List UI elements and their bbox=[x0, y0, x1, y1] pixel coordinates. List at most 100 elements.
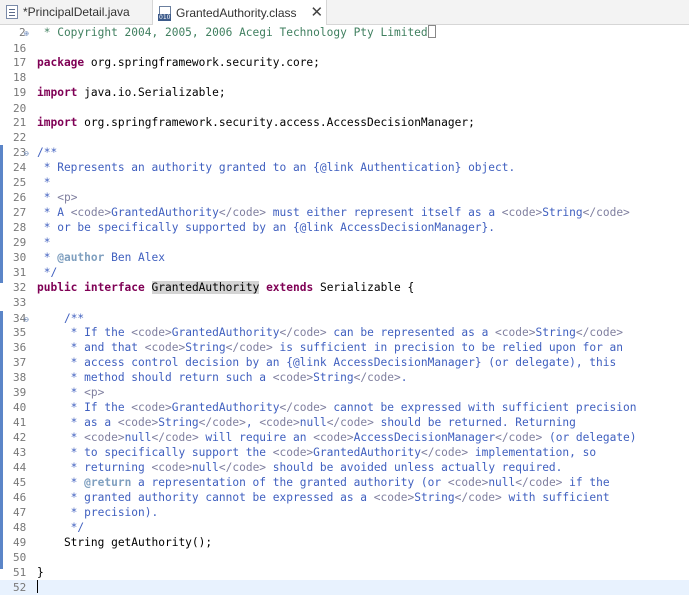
code-text: * <p> bbox=[37, 386, 105, 399]
code-line[interactable]: 24 * Represents an authority granted to … bbox=[0, 160, 689, 175]
code-text: */ bbox=[37, 521, 85, 534]
collapse-fold-icon[interactable]: ⊖ bbox=[24, 146, 29, 161]
line-number: 42 bbox=[13, 431, 27, 444]
code-line[interactable]: 51} bbox=[0, 565, 689, 580]
line-number: 32 bbox=[13, 281, 27, 294]
line-number: 36 bbox=[13, 341, 27, 354]
line-number: 48 bbox=[13, 521, 27, 534]
code-line[interactable]: 50 bbox=[0, 550, 689, 565]
code-line[interactable]: 36 * and that <code>String</code> is suf… bbox=[0, 340, 689, 355]
line-number: 41 bbox=[13, 416, 27, 429]
code-line[interactable]: 30 * @author Ben Alex bbox=[0, 250, 689, 265]
line-number: 22 bbox=[13, 131, 27, 144]
code-text: * @return a representation of the grante… bbox=[37, 476, 610, 489]
line-number: 52 bbox=[13, 581, 27, 594]
code-line[interactable]: 43 * to specifically support the <code>G… bbox=[0, 445, 689, 460]
code-line[interactable]: 26 * <p> bbox=[0, 190, 689, 205]
code-line[interactable]: 27 * A <code>GrantedAuthority</code> mus… bbox=[0, 205, 689, 220]
line-number: 38 bbox=[13, 371, 27, 384]
line-number: 30 bbox=[13, 251, 27, 264]
code-line[interactable]: 35 * If the <code>GrantedAuthority</code… bbox=[0, 325, 689, 340]
line-number: 51 bbox=[13, 566, 27, 579]
code-line[interactable]: 38 * method should return such a <code>S… bbox=[0, 370, 689, 385]
code-text: * Represents an authority granted to an … bbox=[37, 161, 516, 174]
code-text: * Copyright 2004, 2005, 2006 Acegi Techn… bbox=[37, 25, 436, 40]
code-editor[interactable]: 2 ⊕ * Copyright 2004, 2005, 2006 Acegi Te… bbox=[0, 25, 689, 595]
code-line[interactable]: 48 */ bbox=[0, 520, 689, 535]
code-text: /** bbox=[37, 146, 58, 159]
line-number: 26 bbox=[13, 191, 27, 204]
code-text: * access control decision by an {@link A… bbox=[37, 356, 617, 369]
code-line[interactable]: 47 * precision). bbox=[0, 505, 689, 520]
code-line[interactable]: 41 * as a <code>String</code>, <code>nul… bbox=[0, 415, 689, 430]
code-line[interactable]: 44 * returning <code>null</code> should … bbox=[0, 460, 689, 475]
code-line[interactable]: 45 * @return a representation of the gra… bbox=[0, 475, 689, 490]
line-number: 29 bbox=[13, 236, 27, 249]
code-line[interactable]: 37 * access control decision by an {@lin… bbox=[0, 355, 689, 370]
code-line[interactable]: 52 bbox=[0, 580, 689, 595]
code-line[interactable]: 19 import java.io.Serializable; bbox=[0, 85, 689, 100]
line-number: 47 bbox=[13, 506, 27, 519]
code-text: * granted authority cannot be expressed … bbox=[37, 491, 610, 504]
code-line[interactable]: 31 */ bbox=[0, 265, 689, 280]
code-line[interactable]: 46 * granted authority cannot be express… bbox=[0, 490, 689, 505]
code-line[interactable]: 29 * bbox=[0, 235, 689, 250]
code-line[interactable]: 28 * or be specifically supported by an … bbox=[0, 220, 689, 235]
code-text bbox=[37, 580, 38, 595]
tab-granted-authority[interactable]: 010 GrantedAuthority.class ✕ bbox=[152, 0, 327, 25]
code-text: import java.io.Serializable; bbox=[37, 86, 226, 99]
line-number: 39 bbox=[13, 386, 27, 399]
close-icon[interactable]: ✕ bbox=[311, 5, 324, 20]
code-text: * A <code>GrantedAuthority</code> must e… bbox=[37, 206, 630, 219]
java-file-icon bbox=[6, 5, 18, 19]
code-line[interactable]: 32 public interface GrantedAuthority exte… bbox=[0, 280, 689, 295]
code-line[interactable]: 34 ⊖ /** bbox=[0, 311, 689, 326]
code-text: * and that <code>String</code> is suffic… bbox=[37, 341, 624, 354]
code-text: import org.springframework.security.acce… bbox=[37, 116, 475, 129]
code-line[interactable]: 25 * bbox=[0, 175, 689, 190]
line-number: 17 bbox=[13, 56, 27, 69]
tab-principal-detail[interactable]: *PrincipalDetail.java bbox=[0, 0, 150, 24]
line-number: 20 bbox=[13, 102, 27, 115]
line-number: 50 bbox=[13, 551, 27, 564]
line-number: 25 bbox=[13, 176, 27, 189]
code-text: * <p> bbox=[37, 191, 78, 204]
line-number: 44 bbox=[13, 461, 27, 474]
code-text: * method should return such a <code>Stri… bbox=[37, 371, 408, 384]
expand-fold-icon[interactable]: ⊕ bbox=[24, 26, 29, 41]
code-line[interactable]: 33 bbox=[0, 295, 689, 310]
code-text: } bbox=[37, 566, 44, 579]
code-line[interactable]: 18 bbox=[0, 70, 689, 85]
code-text: * as a <code>String</code>, <code>null</… bbox=[37, 416, 576, 429]
line-number: 16 bbox=[13, 42, 27, 55]
code-text: * bbox=[37, 176, 51, 189]
code-line[interactable]: 17 package org.springframework.security.c… bbox=[0, 55, 689, 70]
line-number: 35 bbox=[13, 326, 27, 339]
code-line[interactable]: 42 * <code>null</code> will require an <… bbox=[0, 430, 689, 445]
code-text: * @author Ben Alex bbox=[37, 251, 165, 264]
code-text: String getAuthority(); bbox=[37, 536, 213, 549]
code-text: * bbox=[37, 236, 51, 249]
code-line[interactable]: 49 String getAuthority(); bbox=[0, 535, 689, 550]
line-number: 43 bbox=[13, 446, 27, 459]
code-text: */ bbox=[37, 266, 58, 279]
code-text: * returning <code>null</code> should be … bbox=[37, 461, 563, 474]
code-text: * to specifically support the <code>Gran… bbox=[37, 446, 597, 459]
code-line[interactable]: 16 bbox=[0, 41, 689, 56]
code-text: public interface GrantedAuthority extend… bbox=[37, 281, 415, 294]
line-number: 33 bbox=[13, 296, 27, 309]
tab-label: *PrincipalDetail.java bbox=[23, 5, 130, 19]
code-text: * precision). bbox=[37, 506, 159, 519]
code-line[interactable]: 40 * If the <code>GrantedAuthority</code… bbox=[0, 400, 689, 415]
code-line[interactable]: 2 ⊕ * Copyright 2004, 2005, 2006 Acegi Te… bbox=[0, 25, 689, 40]
code-text: package org.springframework.security.cor… bbox=[37, 56, 320, 69]
line-number: 27 bbox=[13, 206, 27, 219]
code-line[interactable]: 22 bbox=[0, 130, 689, 145]
editor-tab-bar: *PrincipalDetail.java 010 GrantedAuthori… bbox=[0, 0, 689, 25]
code-line[interactable]: 20 bbox=[0, 101, 689, 116]
line-number: 40 bbox=[13, 401, 27, 414]
code-line[interactable]: 23 ⊖/** bbox=[0, 145, 689, 160]
line-number: 46 bbox=[13, 491, 27, 504]
code-line[interactable]: 39 * <p> bbox=[0, 385, 689, 400]
code-line[interactable]: 21 import org.springframework.security.ac… bbox=[0, 115, 689, 130]
